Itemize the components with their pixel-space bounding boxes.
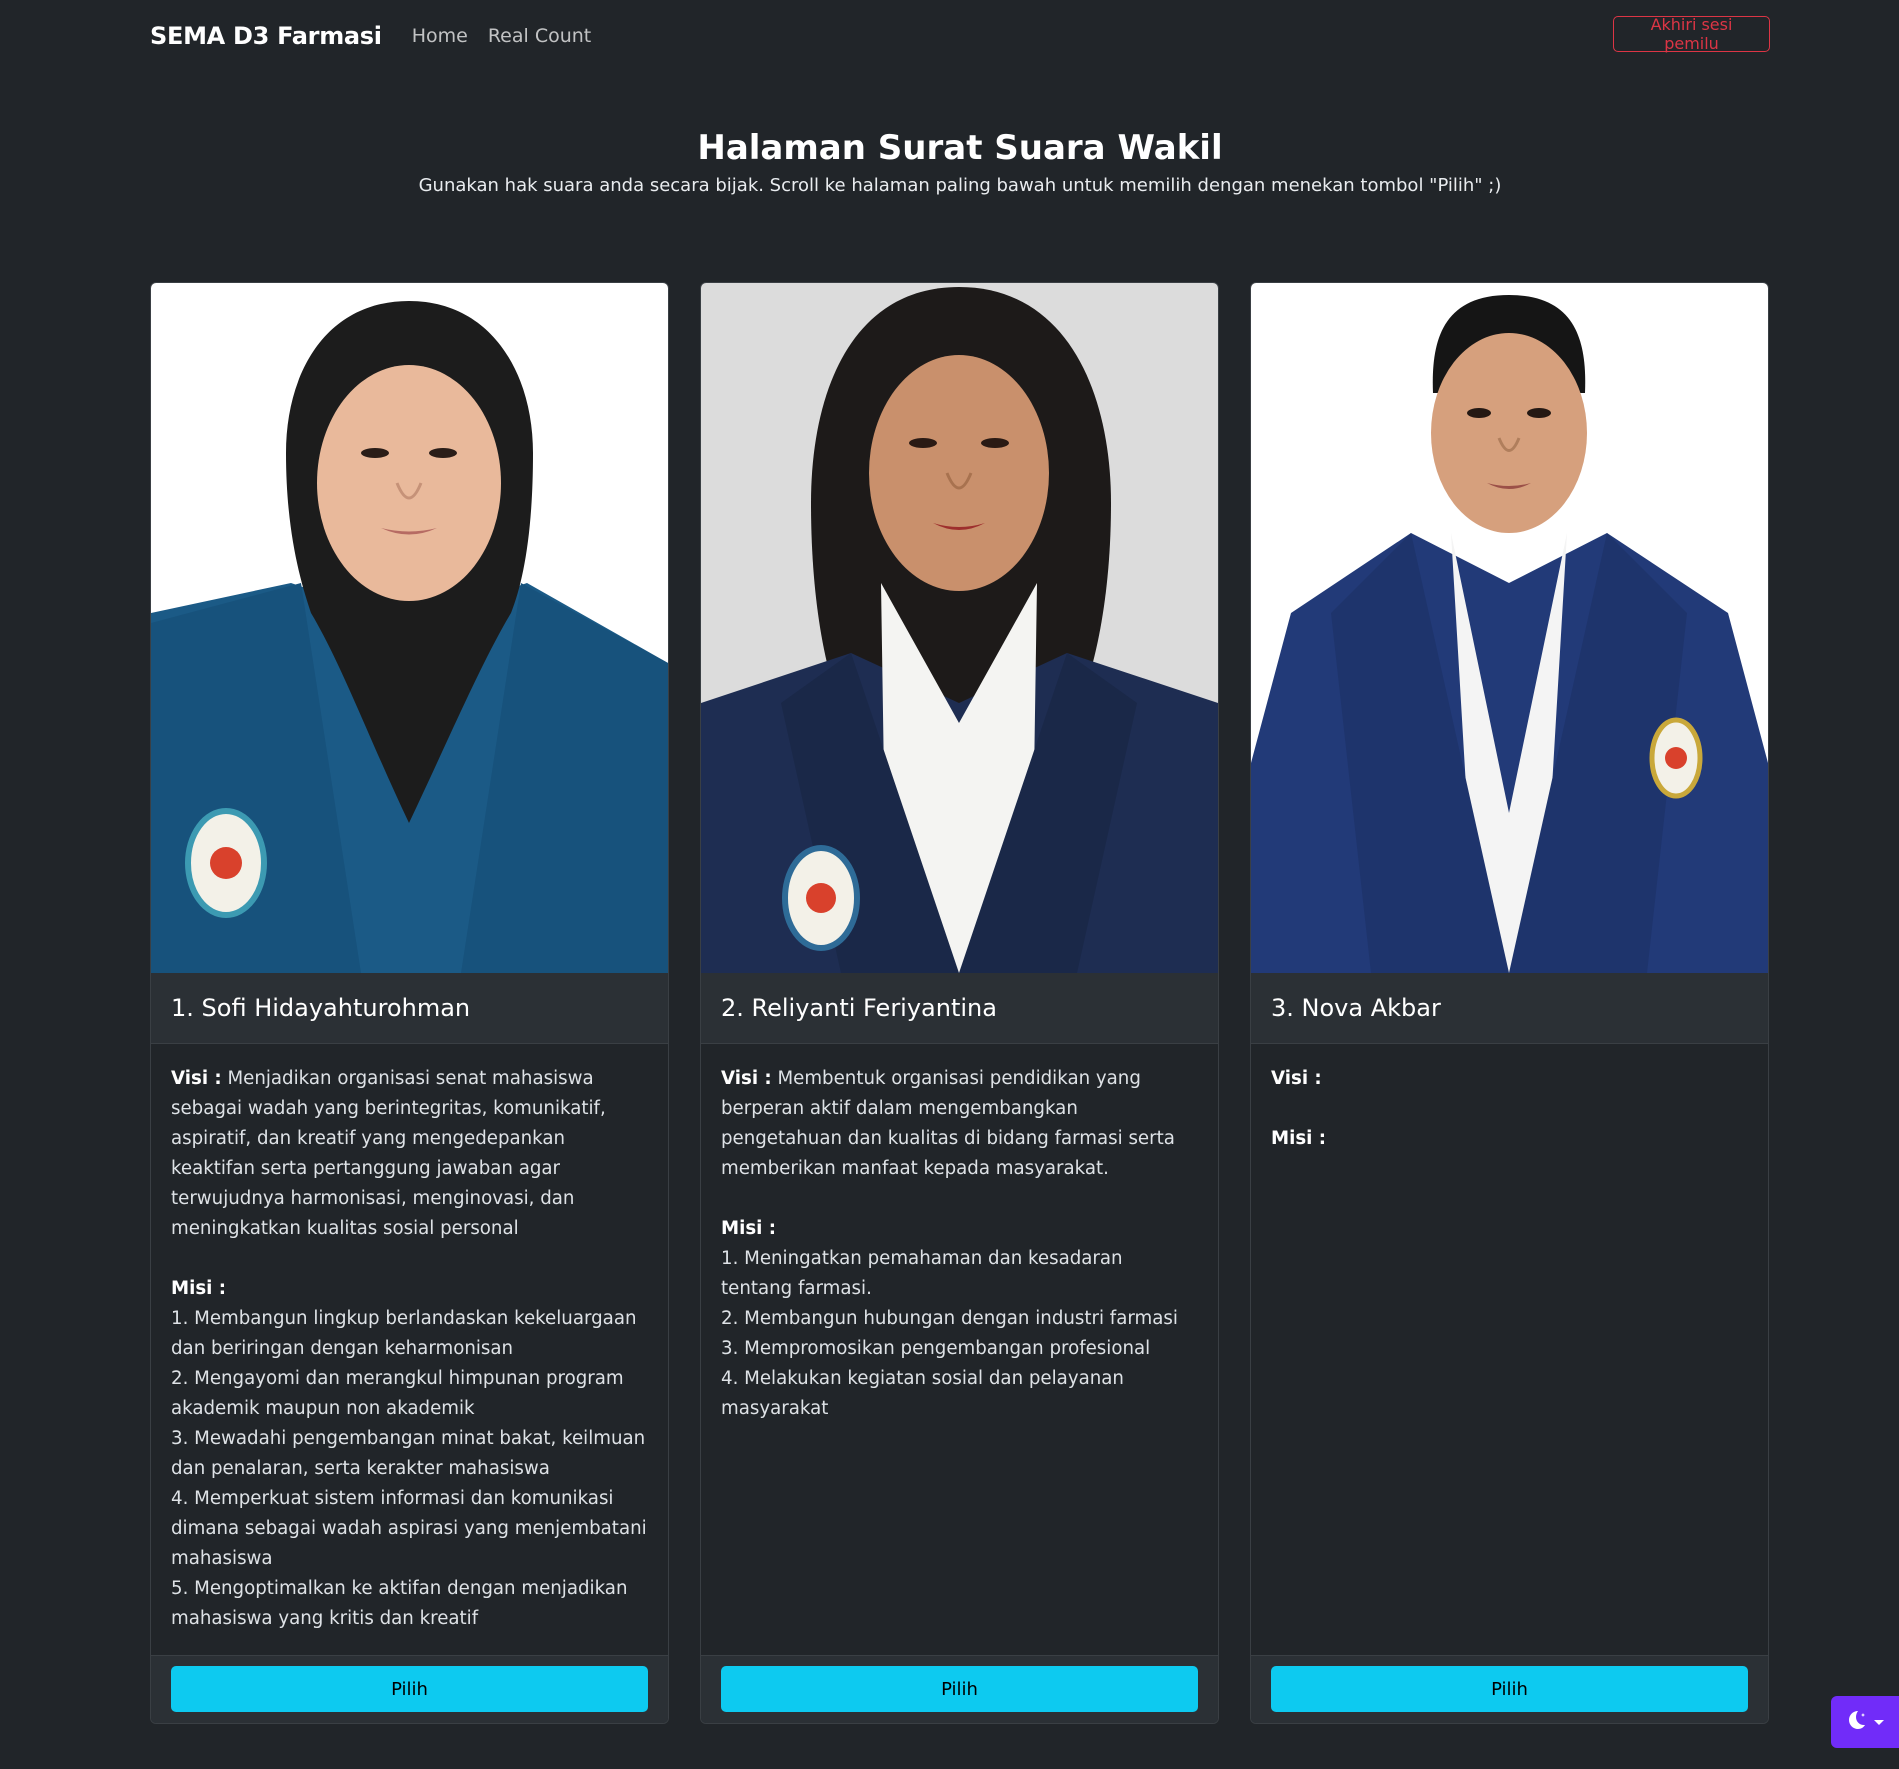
visi-label: Visi : bbox=[171, 1068, 222, 1089]
brand-link[interactable]: SEMA D3 Farmasi bbox=[150, 22, 382, 50]
card-footer-3: Pilih bbox=[1251, 1655, 1768, 1723]
main-container: SEMA D3 Farmasi Home Real Count Akhiri s… bbox=[150, 0, 1770, 1724]
candidate-name-header-3: 3. Nova Akbar bbox=[1251, 973, 1768, 1044]
candidate-cards: 1. Sofi Hidayahturohman Visi : Menjadika… bbox=[150, 282, 1770, 1724]
visi-text: Membentuk organisasi pendidikan yang ber… bbox=[721, 1068, 1175, 1179]
candidate-body-1: Visi : Menjadikan organisasi senat mahas… bbox=[151, 1044, 668, 1634]
misi-item: 4. Melakukan kegiatan sosial dan pelayan… bbox=[721, 1368, 1124, 1419]
misi-item: 3. Mewadahi pengembangan minat bakat, ke… bbox=[171, 1428, 646, 1479]
candidate-card-2: 2. Reliyanti Feriyantina Visi : Membentu… bbox=[700, 282, 1219, 1724]
candidate-card-3: 3. Nova Akbar Visi : Misi : Pilih bbox=[1250, 282, 1769, 1724]
page-header: Halaman Surat Suara Wakil Gunakan hak su… bbox=[150, 128, 1770, 196]
theme-toggle-button[interactable] bbox=[1831, 1696, 1899, 1748]
card-footer-1: Pilih bbox=[151, 1655, 668, 1723]
pilih-button-2[interactable]: Pilih bbox=[721, 1666, 1198, 1712]
pilih-button-1[interactable]: Pilih bbox=[171, 1666, 648, 1712]
candidate-name: 3. Nova Akbar bbox=[1271, 994, 1441, 1022]
candidate-photo-2 bbox=[701, 283, 1218, 973]
candidate-name-header-1: 1. Sofi Hidayahturohman bbox=[151, 973, 668, 1044]
candidate-photo-3 bbox=[1251, 283, 1768, 973]
misi-label: Misi : bbox=[1271, 1128, 1326, 1149]
misi-item: 1. Meningatkan pemahaman dan kesadaran t… bbox=[721, 1248, 1123, 1299]
misi-item: 2. Membangun hubungan dengan industri fa… bbox=[721, 1308, 1178, 1329]
moon-stars-icon bbox=[1845, 1708, 1869, 1736]
misi-item: 4. Memperkuat sistem informasi dan komun… bbox=[171, 1488, 647, 1569]
misi-item: 3. Mempromosikan pengembangan profesiona… bbox=[721, 1338, 1151, 1359]
candidate-name: 1. Sofi Hidayahturohman bbox=[171, 994, 471, 1022]
visi-label: Visi : bbox=[1271, 1068, 1322, 1089]
candidate-photo-1 bbox=[151, 283, 668, 973]
visi-section: Visi : Membentuk organisasi pendidikan y… bbox=[721, 1064, 1198, 1184]
visi-section: Visi : Menjadikan organisasi senat mahas… bbox=[171, 1064, 648, 1244]
caret-down-icon bbox=[1873, 1713, 1885, 1732]
page-title: Halaman Surat Suara Wakil bbox=[697, 128, 1223, 168]
candidate-card-1: 1. Sofi Hidayahturohman Visi : Menjadika… bbox=[150, 282, 669, 1724]
visi-text: Menjadikan organisasi senat mahasiswa se… bbox=[171, 1068, 606, 1239]
page-subtitle: Gunakan hak suara anda secara bijak. Scr… bbox=[418, 174, 1502, 196]
visi-section: Visi : bbox=[1271, 1064, 1748, 1094]
candidate-name: 2. Reliyanti Feriyantina bbox=[721, 994, 997, 1022]
misi-label: Misi : bbox=[171, 1278, 226, 1299]
misi-item: 2. Mengayomi dan merangkul himpunan prog… bbox=[171, 1368, 624, 1419]
nav-link-home[interactable]: Home bbox=[412, 25, 468, 47]
navbar: SEMA D3 Farmasi Home Real Count Akhiri s… bbox=[150, 0, 1770, 72]
visi-label: Visi : bbox=[721, 1068, 772, 1089]
misi-label: Misi : bbox=[721, 1218, 776, 1239]
candidate-body-3: Visi : Misi : bbox=[1251, 1044, 1768, 1154]
card-footer-2: Pilih bbox=[701, 1655, 1218, 1723]
end-session-button[interactable]: Akhiri sesi pemilu bbox=[1613, 15, 1770, 53]
candidate-name-header-2: 2. Reliyanti Feriyantina bbox=[701, 973, 1218, 1044]
candidate-body-2: Visi : Membentuk organisasi pendidikan y… bbox=[701, 1044, 1218, 1424]
pilih-button-3[interactable]: Pilih bbox=[1271, 1666, 1748, 1712]
misi-item: 1. Membangun lingkup berlandaskan kekelu… bbox=[171, 1308, 637, 1359]
misi-item: 5. Mengoptimalkan ke aktifan dengan menj… bbox=[171, 1578, 628, 1629]
nav-link-real-count[interactable]: Real Count bbox=[488, 25, 591, 47]
